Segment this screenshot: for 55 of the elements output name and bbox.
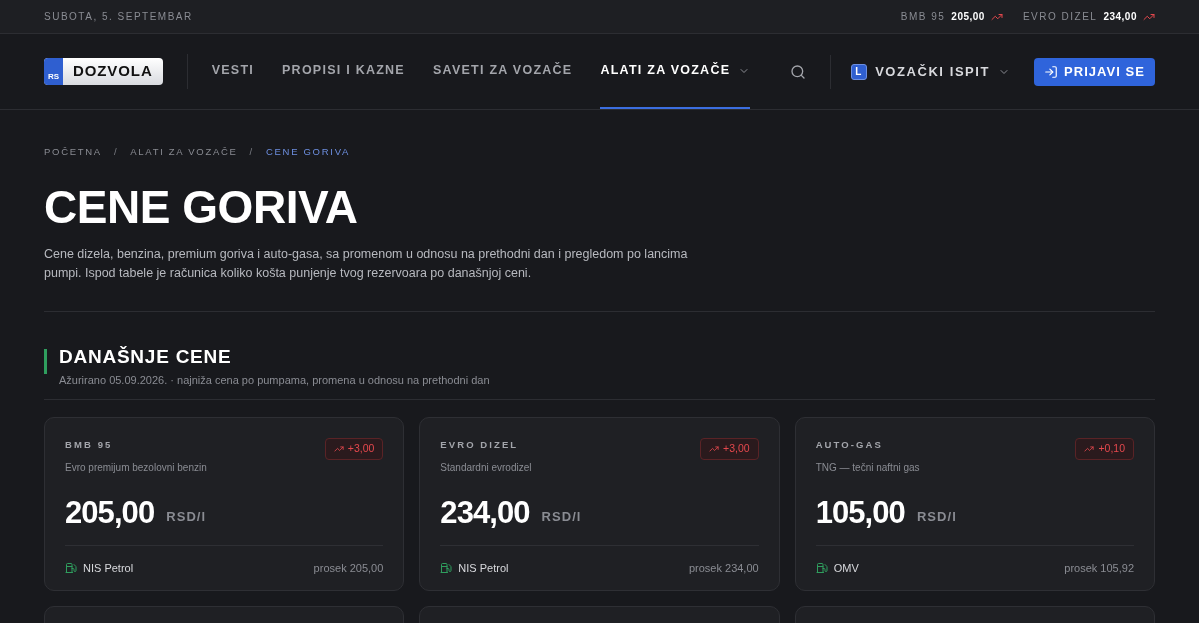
change-badge: +3,00 — [324, 437, 384, 460]
page-title: CENE GORIVA — [44, 184, 359, 231]
change-badge: +0,10 — [1075, 437, 1134, 460]
logo-text: DOZVOLA — [72, 61, 154, 82]
ticker-value: 205,00 — [951, 10, 985, 24]
average-price: prosek 105,92 — [1064, 561, 1134, 576]
breadcrumb-link[interactable]: ALATI ZA VOZAČE — [130, 145, 238, 160]
station-name: OMV — [833, 561, 859, 576]
average-price: prosek 205,00 — [313, 561, 384, 576]
logo-badge: RS — [44, 58, 63, 85]
section-title: DANAŠNJE CENE — [59, 346, 233, 369]
nav-link[interactable]: VESTI — [211, 34, 254, 109]
fuel-name: EVRO DIZEL — [440, 437, 520, 452]
nav-link[interactable]: ALATI ZA VOZAČE — [600, 34, 751, 109]
fuel-pump-icon — [65, 562, 77, 575]
exam-badge: L — [851, 63, 868, 80]
price-value: 105,00 — [815, 497, 905, 528]
date-text: SUBOTA, 5. SEPTEMBAR — [44, 10, 193, 24]
section-subtitle: Ažurirano 05.09.2026. · najniža cena po pumpama, promena u odnosu na prethodni dan — [59, 373, 490, 389]
price-value: 234,00 — [440, 497, 530, 528]
fuel-name: AUTO-GAS — [815, 437, 884, 452]
login-button[interactable]: PRIJAVI SE — [1034, 57, 1155, 86]
breadcrumb-link[interactable]: CENE GORIVA — [265, 145, 351, 160]
nav-link[interactable]: SAVETI ZA VOZAČE — [432, 34, 573, 109]
price-unit: RSD/l — [166, 507, 207, 526]
trend-up-icon — [1084, 443, 1095, 454]
fuel-description: Evro premijum bezolovni benzin — [65, 461, 207, 475]
fuel-description: Standardni evrodizel — [440, 461, 532, 475]
breadcrumb-separator: / — [249, 145, 254, 159]
ticker-label: EVRO DIZEL — [1022, 10, 1098, 24]
login-icon — [1044, 64, 1059, 79]
logo[interactable]: RS DOZVOLA — [44, 58, 163, 85]
change-badge: +3,00 — [700, 437, 759, 460]
price-value: 205,00 — [65, 497, 155, 528]
exam-label: VOZAČKI ISPIT — [875, 62, 991, 81]
station-name: NIS Petrol — [458, 561, 509, 576]
ticker-label: BMB 95 — [900, 10, 946, 24]
fuel-name: BMB 95 — [65, 437, 114, 452]
search-icon — [790, 63, 807, 80]
trend-up-icon — [333, 443, 344, 454]
fuel-description: TNG — tečni naftni gas — [815, 461, 920, 475]
fuel-pump-icon — [815, 562, 828, 575]
average-price: prosek 234,00 — [688, 561, 759, 576]
exam-dropdown[interactable]: L VOZAČKI ISPIT — [843, 61, 1019, 82]
price-unit: RSD/l — [916, 507, 957, 526]
price-unit: RSD/l — [541, 507, 582, 526]
station-name: NIS Petrol — [83, 561, 134, 576]
ticker-value: 234,00 — [1103, 10, 1137, 24]
accent-bar — [44, 349, 47, 375]
trend-up-icon — [709, 443, 720, 454]
breadcrumb-link[interactable]: POČETNA — [44, 145, 102, 160]
intro-paragraph: Cene dizela, benzina, premium goriva i auto-gasa, sa promenom u odnosu na prethodni dan i pregledom po lancima pumpi. Ispod tabele je računica koliko košta punjenje tvog rezervoara po današnjoj ceni. — [44, 246, 689, 283]
fuel-pump-icon — [440, 562, 453, 575]
nav-link[interactable]: PROPISI I KAZNE — [282, 34, 405, 109]
breadcrumb-separator: / — [113, 145, 119, 159]
